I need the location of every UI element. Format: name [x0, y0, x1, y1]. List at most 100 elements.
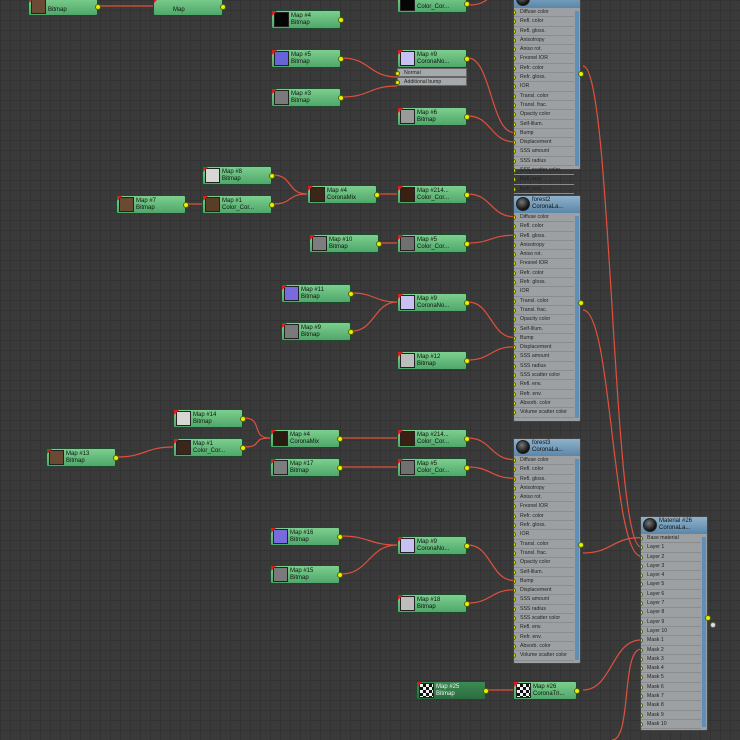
input-socket[interactable]: [514, 233, 516, 239]
output-socket[interactable]: [464, 192, 470, 198]
material-slot[interactable]: Layer 7: [641, 599, 701, 609]
material-slot[interactable]: Aniso rot.: [514, 493, 574, 503]
material-slot[interactable]: Refr. gloss.: [514, 521, 574, 531]
output-socket[interactable]: [348, 291, 354, 297]
map-node-n-top-map[interactable]: Map: [153, 0, 226, 16]
input-socket[interactable]: [514, 578, 516, 584]
output-socket[interactable]: [464, 1, 470, 7]
material-slot[interactable]: Volume scatter color: [514, 651, 574, 661]
input-socket[interactable]: [514, 523, 516, 529]
input-socket[interactable]: [514, 550, 516, 556]
map-node-n-map4-c[interactable]: Map #4 CoronaMix: [270, 429, 343, 448]
material-slot[interactable]: Self-Illum.: [514, 568, 574, 577]
input-socket[interactable]: [514, 75, 516, 81]
material-slot[interactable]: Mask 6: [641, 683, 701, 693]
material-slot[interactable]: Layer 6: [641, 590, 701, 600]
input-socket[interactable]: [514, 391, 516, 397]
input-socket[interactable]: [641, 563, 643, 569]
material-slot[interactable]: Layer 4: [641, 571, 701, 581]
material-slot[interactable]: Refl. gloss.: [514, 232, 574, 241]
map-node-n-map11[interactable]: Map #11 Bitmap: [281, 284, 354, 303]
map-node-n-map4-a[interactable]: Map #4 Bitmap: [271, 10, 344, 29]
input-socket[interactable]: [641, 601, 643, 607]
output-socket[interactable]: [95, 4, 101, 10]
output-socket[interactable]: [705, 614, 711, 621]
input-socket[interactable]: [514, 653, 516, 659]
material-slot[interactable]: Fresnel IOR: [514, 259, 574, 269]
material-slot[interactable]: Mask 8: [641, 701, 701, 711]
output-socket[interactable]: [337, 436, 343, 442]
input-socket[interactable]: [641, 694, 643, 700]
material-slot[interactable]: SSS radius: [514, 605, 574, 615]
map-node-n-map16[interactable]: Map #16 Bitmap: [270, 527, 343, 546]
material-slot[interactable]: Mask 9: [641, 711, 701, 720]
material-slot[interactable]: Layer 10: [641, 627, 701, 637]
input-socket[interactable]: [514, 606, 516, 612]
map-node-n-map8[interactable]: Map #8 Bitmap: [202, 166, 275, 185]
material-slot[interactable]: Displacement: [514, 343, 574, 353]
input-socket[interactable]: [641, 703, 643, 709]
map-node-n-map7[interactable]: Map #7 Bitmap: [116, 195, 189, 214]
output-socket[interactable]: [578, 542, 584, 548]
material-slot[interactable]: Absorb. color: [514, 399, 574, 409]
material-slot[interactable]: Layer 8: [641, 608, 701, 618]
material-slot[interactable]: Opacity color: [514, 315, 574, 325]
map-node-n-map3-a[interactable]: Map #3 Bitmap: [271, 88, 344, 107]
input-socket[interactable]: [641, 647, 643, 653]
material-slot[interactable]: Self-Illum.: [514, 120, 574, 129]
input-socket[interactable]: [514, 37, 516, 43]
output-socket[interactable]: [337, 465, 343, 471]
input-socket[interactable]: [514, 215, 516, 220]
output-socket[interactable]: [483, 688, 489, 694]
input-socket[interactable]: [395, 70, 400, 76]
material-slot[interactable]: Absorb. color: [514, 642, 574, 652]
material-slot[interactable]: SSS amount: [514, 352, 574, 362]
output-socket[interactable]: [269, 202, 275, 208]
output-socket[interactable]: [338, 95, 344, 101]
output-socket[interactable]: [240, 416, 246, 422]
output-socket[interactable]: [464, 436, 470, 442]
input-socket[interactable]: [641, 619, 643, 625]
material-slot[interactable]: SSS scatter color: [514, 371, 574, 381]
material-slot[interactable]: SSS radius: [514, 362, 574, 372]
output-socket[interactable]: [220, 4, 226, 10]
input-socket[interactable]: [514, 335, 516, 341]
input-socket[interactable]: [514, 65, 516, 71]
input-socket[interactable]: [514, 354, 516, 360]
material-slot[interactable]: Mask 3: [641, 655, 701, 665]
material-slot[interactable]: Volume scatter color: [514, 408, 574, 418]
material-slot[interactable]: Refr. env.: [514, 633, 574, 642]
input-socket[interactable]: [641, 712, 643, 718]
material-slot[interactable]: Refr. color: [514, 269, 574, 279]
material-slot[interactable]: Refr. gloss.: [514, 73, 574, 83]
material-header[interactable]: forest2 CoronaLa...: [514, 196, 580, 213]
material-slot[interactable]: Base material: [641, 534, 701, 544]
material-slot[interactable]: SSS amount: [514, 147, 574, 157]
map-node-n-map6-a[interactable]: Map #6 Bitmap: [397, 107, 470, 126]
material-slot[interactable]: Transl. frac.: [514, 306, 574, 316]
material-slot[interactable]: Refl. gloss.: [514, 27, 574, 36]
input-socket[interactable]: [641, 628, 643, 634]
map-node-n-map13[interactable]: Map #13 Bitmap: [46, 448, 119, 467]
output-socket[interactable]: [337, 572, 343, 578]
input-socket[interactable]: [514, 112, 516, 118]
input-socket[interactable]: [514, 10, 516, 15]
map-node-n-map14[interactable]: Map #14 Bitmap: [173, 409, 246, 428]
map-node-n-map214-b[interactable]: Map #214... Color_Cor...: [397, 185, 470, 204]
map-node-n-map26[interactable]: Map #26 CoronaTri...: [513, 681, 580, 700]
material-slot[interactable]: Mask 10: [641, 720, 701, 730]
material-slot[interactable]: Refl. color: [514, 17, 574, 27]
material-slot[interactable]: Displacement: [514, 586, 574, 596]
output-socket[interactable]: [464, 358, 470, 364]
input-socket[interactable]: [641, 610, 643, 616]
material-slot[interactable]: Layer 3: [641, 562, 701, 572]
map-node-n-map17[interactable]: Map #17 Bitmap: [270, 458, 343, 477]
material-slot[interactable]: Mask 7: [641, 692, 701, 702]
input-socket[interactable]: [514, 270, 516, 276]
output-socket[interactable]: [338, 56, 344, 62]
material-slot[interactable]: Layer 2: [641, 553, 701, 562]
input-socket[interactable]: [514, 616, 516, 622]
input-socket[interactable]: [514, 345, 516, 351]
output-socket[interactable]: [464, 241, 470, 247]
material-header[interactable]: [514, 0, 580, 8]
